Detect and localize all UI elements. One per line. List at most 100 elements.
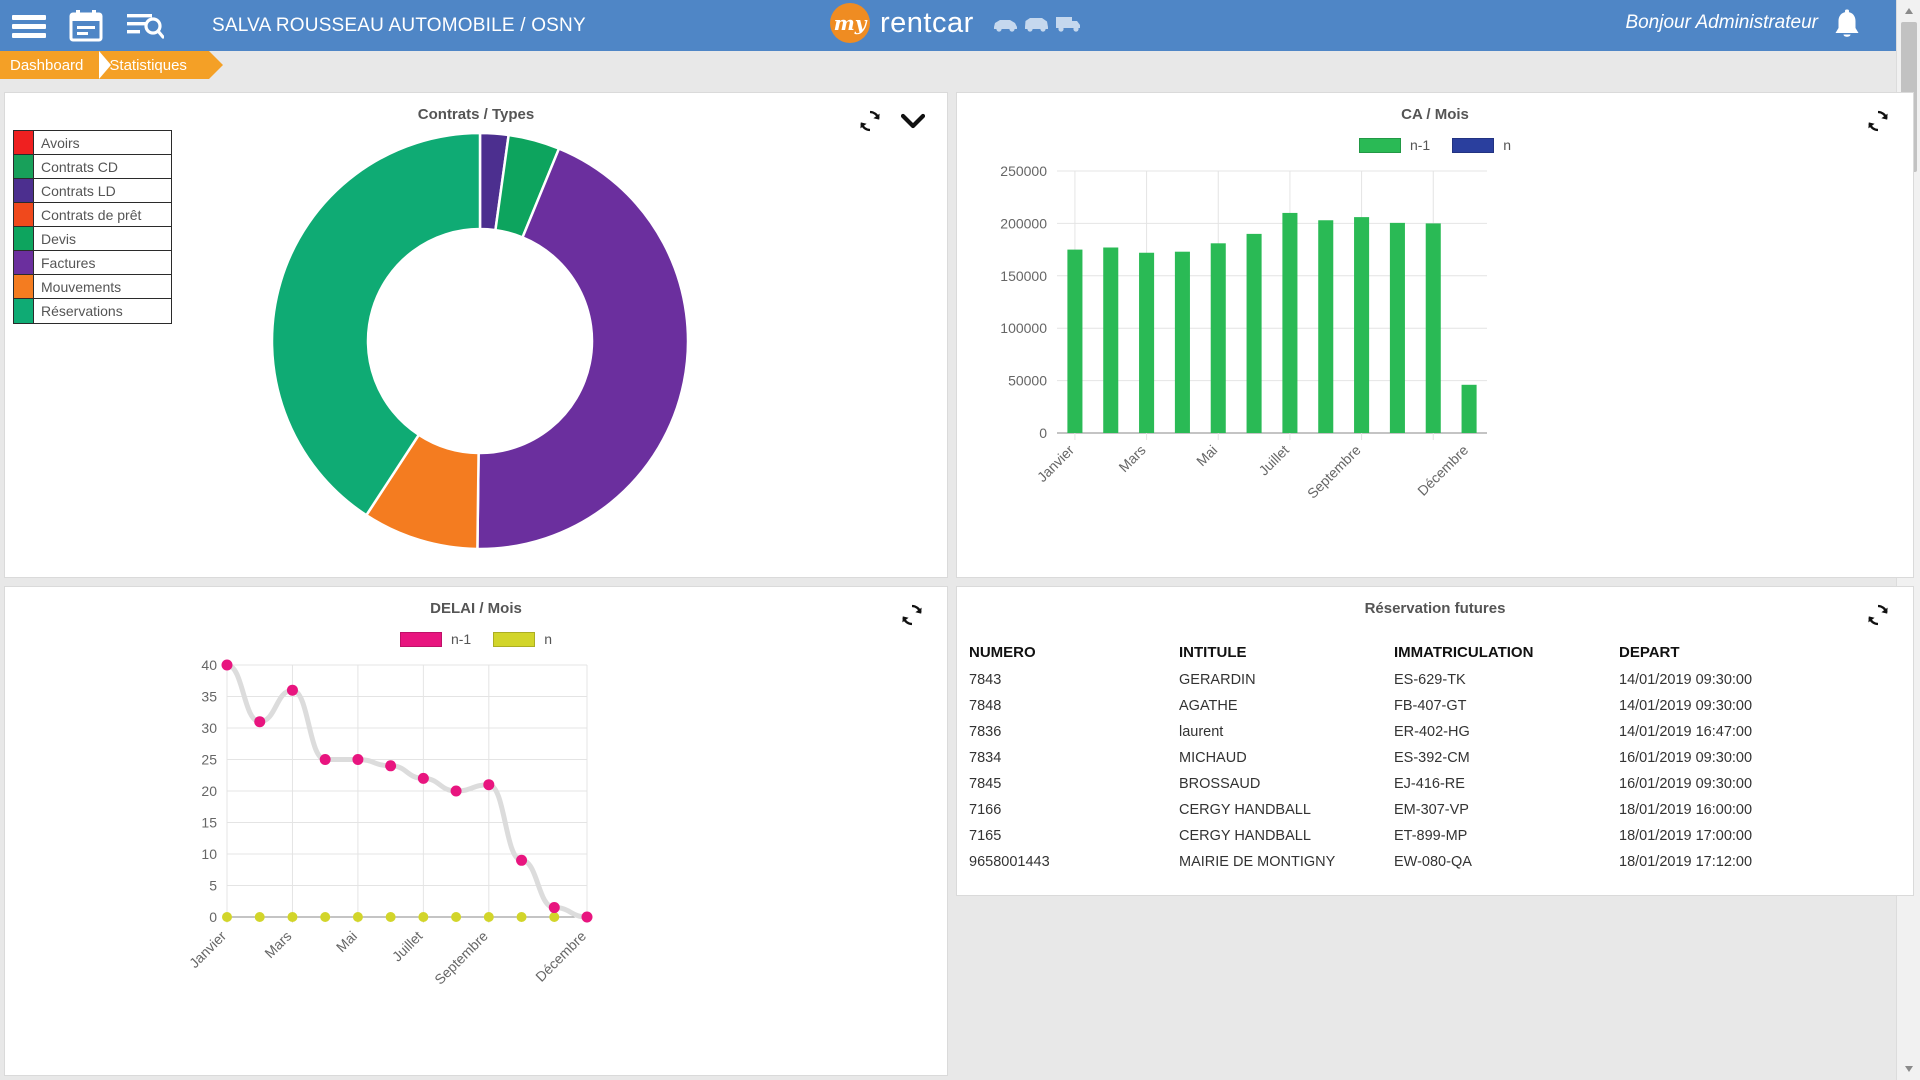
legend-item[interactable]: Factures	[14, 251, 171, 275]
data-point-n[interactable]	[483, 912, 494, 922]
bar[interactable]	[1103, 247, 1119, 433]
cell-immatriculation: EJ-416-RE	[1394, 776, 1465, 792]
legend-item[interactable]: Avoirs	[14, 131, 171, 155]
legend-item[interactable]: Devis	[14, 227, 171, 251]
cell-intitule: MAIRIE DE MONTIGNY	[1179, 854, 1336, 870]
bar[interactable]	[1139, 252, 1155, 433]
legend-label: Mouvements	[41, 278, 122, 295]
x-axis-tick: Mars	[261, 928, 294, 961]
data-point-n[interactable]	[385, 912, 396, 922]
refresh-icon[interactable]	[899, 602, 925, 628]
data-point-n-1[interactable]	[352, 754, 364, 765]
calendar-icon[interactable]	[68, 9, 106, 43]
data-point-n-1[interactable]	[483, 779, 495, 791]
breadcrumb-label: Statistiques	[109, 56, 187, 74]
legend-label: n-1	[450, 631, 472, 647]
data-point-n[interactable]	[418, 912, 429, 922]
legend-label: n	[1503, 137, 1512, 153]
data-point-n-1[interactable]	[417, 772, 429, 784]
table-row[interactable]: 7843 GERARDIN ES-629-TK 14/01/2019 09:30:00	[965, 667, 1881, 693]
refresh-icon[interactable]	[1865, 108, 1891, 134]
data-point-n[interactable]	[320, 912, 331, 922]
header-icon-group: SALVA ROUSSEAU AUTOMOBILE / OSNY	[0, 9, 586, 43]
bar[interactable]	[1210, 243, 1226, 433]
bar[interactable]	[1174, 251, 1190, 433]
bar[interactable]	[1389, 222, 1405, 433]
scroll-up-arrow-icon[interactable]	[1897, 0, 1920, 22]
bar[interactable]	[1246, 233, 1262, 433]
legend-item-n[interactable]: n	[493, 631, 552, 647]
data-point-n[interactable]	[451, 912, 462, 922]
table-row[interactable]: 7166 CERGY HANDBALL EM-307-VP 18/01/2019 16…	[965, 797, 1881, 823]
breadcrumb-item-statistiques[interactable]: Statistiques	[99, 51, 223, 79]
bar[interactable]	[1425, 223, 1441, 433]
search-list-icon[interactable]	[126, 9, 165, 43]
legend-item[interactable]: Mouvements	[14, 275, 171, 299]
table-row[interactable]: 7165 CERGY HANDBALL ET-899-MP 18/01/2019 17…	[965, 823, 1881, 849]
data-point-n-1[interactable]	[286, 684, 298, 696]
bar[interactable]	[1354, 217, 1370, 433]
data-point-n-1[interactable]	[254, 716, 266, 728]
bar[interactable]	[1461, 384, 1477, 433]
cell-intitule: CERGY HANDBALL	[1179, 828, 1311, 844]
cell-depart: 16/01/2019 09:30:00	[1619, 750, 1753, 766]
table-row[interactable]: 7834 MICHAUD ES-392-CM 16/01/2019 09:30:00	[965, 745, 1881, 771]
data-point-n[interactable]	[254, 912, 265, 922]
y-axis-tick: 30	[201, 720, 217, 736]
data-point-n-1[interactable]	[548, 902, 560, 914]
cell-depart: 18/01/2019 17:12:00	[1619, 854, 1753, 870]
data-point-n-1[interactable]	[319, 754, 331, 765]
y-axis-tick: 15	[201, 815, 217, 831]
cell-intitule: CERGY HANDBALL	[1179, 802, 1311, 818]
column-header-numero[interactable]: NUMERO	[965, 639, 1175, 667]
bar[interactable]	[1318, 220, 1334, 433]
table-row[interactable]: 9658001443 MAIRIE DE MONTIGNY EW-080-QA 18/…	[965, 849, 1881, 875]
data-point-n-1[interactable]	[450, 785, 462, 797]
data-point-n-1[interactable]	[385, 760, 397, 772]
data-point-n-1[interactable]	[221, 659, 233, 671]
legend-item[interactable]: Contrats CD	[14, 155, 171, 179]
data-point-n[interactable]	[352, 912, 363, 922]
column-header-intitule[interactable]: INTITULE	[1175, 639, 1390, 667]
legend-item[interactable]: Contrats LD	[14, 179, 171, 203]
legend-item-n-1[interactable]: n-1	[1358, 137, 1430, 153]
data-point-n[interactable]	[516, 912, 527, 922]
cell-numero: 9658001443	[969, 854, 1050, 870]
data-point-n-1[interactable]	[581, 911, 593, 923]
legend-item-n-1[interactable]: n-1	[399, 631, 472, 647]
x-axis-tick: Mai	[1193, 442, 1220, 469]
legend-swatch	[14, 299, 34, 323]
bar[interactable]	[1067, 249, 1083, 433]
legend-item[interactable]: Contrats de prêt	[14, 203, 171, 227]
column-header-immatriculation[interactable]: IMMATRICULATION	[1390, 639, 1615, 667]
table-row[interactable]: 7836 laurent ER-402-HG 14/01/2019 16:47:00	[965, 719, 1881, 745]
column-header-depart[interactable]: DEPART	[1615, 639, 1881, 667]
cell-intitule: laurent	[1179, 724, 1224, 740]
bar[interactable]	[1282, 212, 1298, 433]
data-point-n[interactable]	[549, 912, 560, 922]
table-row[interactable]: 7845 BROSSAUD EJ-416-RE 16/01/2019 09:30:00	[965, 771, 1881, 797]
cell-depart: 14/01/2019 09:30:00	[1619, 672, 1753, 688]
breadcrumb-item-dashboard[interactable]: Dashboard	[0, 51, 114, 79]
chevron-down-icon[interactable]	[900, 113, 926, 129]
hamburger-icon[interactable]	[10, 9, 48, 43]
legend-item[interactable]: Réservations	[14, 299, 171, 323]
refresh-icon[interactable]	[857, 108, 883, 134]
legend-label: Devis	[41, 230, 77, 247]
data-point-n-1[interactable]	[516, 854, 528, 866]
bell-icon[interactable]	[1832, 9, 1862, 46]
data-point-n[interactable]	[222, 912, 232, 922]
legend-swatch	[14, 131, 34, 154]
y-axis-tick: 20	[201, 783, 217, 799]
legend-item-n[interactable]: n	[1452, 137, 1511, 153]
legend-label: Contrats CD	[41, 158, 119, 175]
panel-title: Réservation futures	[1364, 600, 1506, 617]
scroll-down-arrow-icon[interactable]	[1897, 1058, 1920, 1080]
bar-chart-plot: 0 50000 100000 150000 200000 250000 Janvier Mar…	[1000, 163, 1487, 502]
table-row[interactable]: 7848 AGATHE FB-407-GT 14/01/2019 09:30:00	[965, 693, 1881, 719]
legend-label: Avoirs	[41, 134, 80, 151]
data-point-n[interactable]	[287, 912, 298, 922]
panel-toolbar	[899, 602, 925, 628]
refresh-icon[interactable]	[1865, 602, 1891, 628]
panel-delai-mois: DELAI / Mois n-1 n 0 5 10 15 20 25 30 35 40 Janvi…	[4, 586, 948, 1076]
